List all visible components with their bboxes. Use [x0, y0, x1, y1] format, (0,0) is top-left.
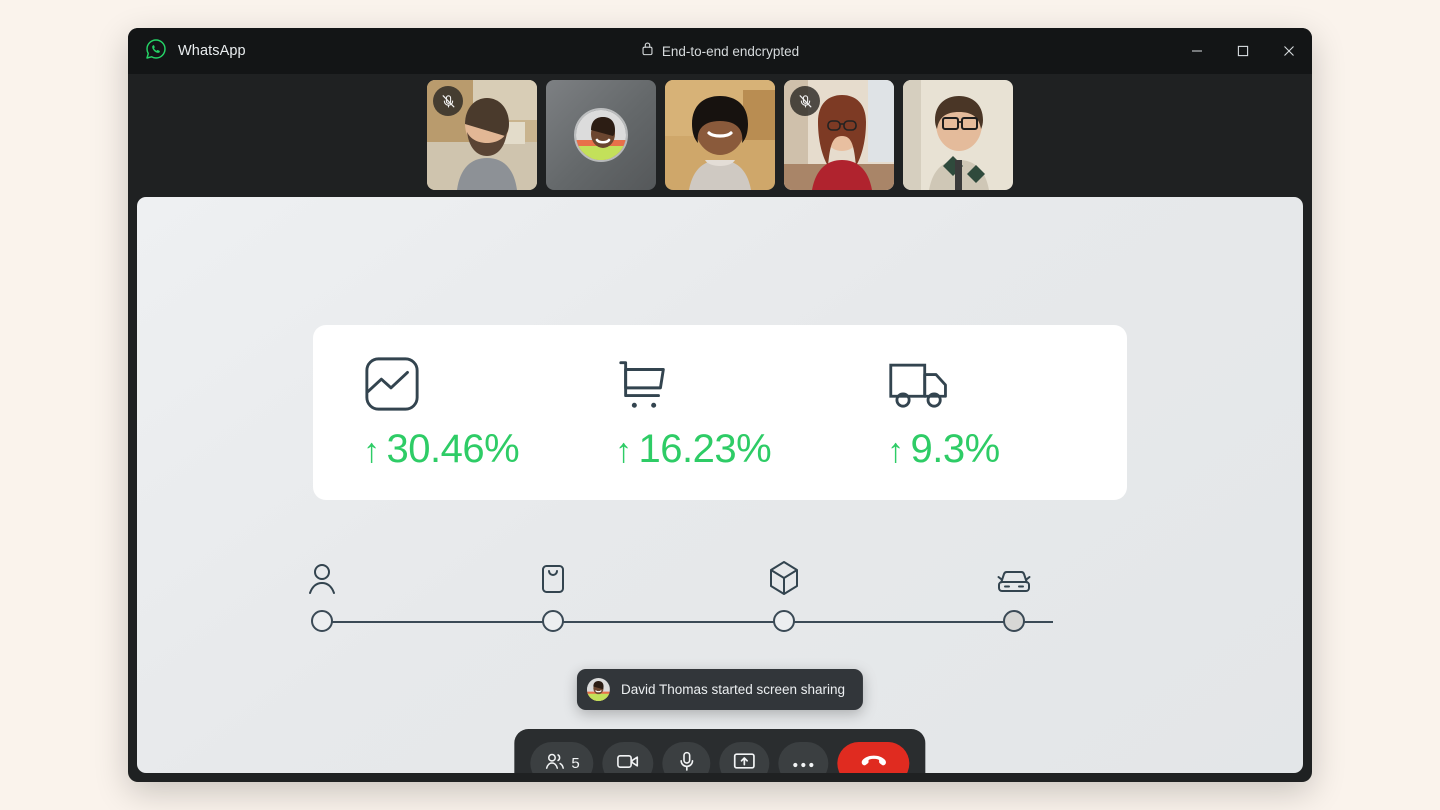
end-call-button[interactable]	[837, 742, 910, 773]
app-brand: WhatsApp	[128, 38, 246, 65]
tracker-rail	[313, 621, 1053, 623]
avatar	[574, 108, 628, 162]
share-screen-button[interactable]	[719, 742, 770, 773]
stat-value: ↑ 16.23%	[615, 427, 772, 472]
share-screen-icon	[734, 752, 756, 773]
stat-item: ↑ 30.46%	[343, 347, 573, 480]
shopping-bag-icon	[538, 562, 568, 601]
participant-tile[interactable]	[784, 80, 894, 190]
stat-item: ↑ 16.23%	[573, 347, 825, 480]
participants-button[interactable]: 5	[530, 742, 594, 774]
encryption-label: End-to-end endcrypted	[661, 43, 800, 59]
minimize-icon[interactable]	[1174, 28, 1220, 74]
arrow-up-icon: ↑	[615, 432, 632, 470]
stat-number: 30.46%	[386, 427, 520, 471]
stat-item: ↑ 9.3%	[825, 347, 1097, 480]
tracker-step-dot[interactable]	[311, 610, 333, 632]
participant-avatar	[586, 678, 610, 701]
stat-value: ↑ 30.46%	[363, 427, 520, 472]
tracker-step-dot[interactable]	[542, 610, 564, 632]
encryption-status: End-to-end endcrypted	[128, 28, 1312, 74]
participant-tile[interactable]	[427, 80, 537, 190]
app-title: WhatsApp	[178, 43, 246, 59]
end-call-icon	[860, 753, 887, 773]
window-controls	[1174, 28, 1312, 74]
whatsapp-call-window: WhatsApp End-to-end endcrypted ↑ 30.46% …	[128, 28, 1312, 782]
call-controls-bar: 5	[514, 729, 926, 774]
tracker-step-dot[interactable]	[1003, 610, 1025, 632]
stat-number: 16.23%	[638, 427, 772, 471]
participants-count: 5	[571, 755, 580, 772]
stat-value: ↑ 9.3%	[887, 427, 1000, 472]
maximize-icon[interactable]	[1220, 28, 1266, 74]
participant-tile[interactable]	[903, 80, 1013, 190]
arrow-up-icon: ↑	[887, 432, 904, 470]
person-icon	[307, 562, 337, 601]
participant-tile[interactable]	[546, 80, 656, 190]
microphone-button[interactable]	[662, 742, 711, 774]
video-camera-icon	[617, 753, 640, 774]
title-bar: WhatsApp End-to-end endcrypted	[128, 28, 1312, 74]
analytics-chart-icon	[363, 347, 421, 421]
mic-muted-icon	[790, 86, 820, 116]
stats-card: ↑ 30.46% ↑ 16.23% ↑ 9.3%	[313, 325, 1127, 500]
microphone-icon	[678, 751, 695, 774]
participant-tile[interactable]	[665, 80, 775, 190]
tracker-step-dot[interactable]	[773, 610, 795, 632]
screen-share-toast: David Thomas started screen sharing	[576, 669, 864, 710]
stat-number: 9.3%	[910, 427, 1001, 471]
order-progress-tracker	[309, 549, 1053, 645]
camera-button[interactable]	[602, 742, 654, 774]
close-icon[interactable]	[1266, 28, 1312, 74]
whatsapp-logo-icon	[145, 38, 167, 65]
people-icon	[544, 752, 565, 774]
delivery-truck-icon	[887, 347, 953, 421]
shared-screen-stage: ↑ 30.46% ↑ 16.23% ↑ 9.3% David Thomas st…	[137, 197, 1303, 773]
mic-muted-icon	[433, 86, 463, 116]
more-options-button[interactable]	[778, 742, 829, 773]
car-icon	[997, 566, 1031, 601]
lock-icon	[641, 41, 654, 61]
package-box-icon	[768, 560, 800, 601]
shopping-cart-icon	[615, 347, 673, 421]
toast-message: David Thomas started screen sharing	[620, 682, 846, 697]
participant-filmstrip	[128, 74, 1312, 196]
arrow-up-icon: ↑	[363, 432, 380, 470]
more-options-icon	[793, 755, 815, 773]
